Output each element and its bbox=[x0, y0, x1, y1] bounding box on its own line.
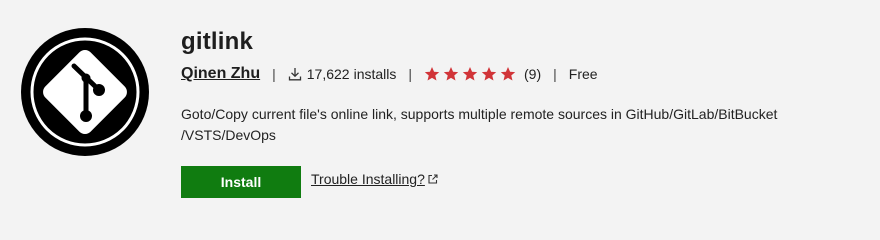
rating-count: (9) bbox=[524, 66, 542, 82]
price-label: Free bbox=[568, 66, 598, 82]
star-icon bbox=[462, 66, 478, 82]
extension-info: gitlink Qinen Zhu | 17,622 installs | (9… bbox=[181, 27, 861, 198]
rating-stars[interactable]: (9) bbox=[424, 66, 541, 82]
install-count: 17,622 installs bbox=[288, 66, 397, 82]
star-icon bbox=[500, 66, 516, 82]
extension-header: gitlink Qinen Zhu | 17,622 installs | (9… bbox=[0, 0, 880, 220]
meta-separator: | bbox=[272, 66, 276, 82]
install-count-label: installs bbox=[353, 66, 397, 82]
trouble-installing-link[interactable]: Trouble Installing? bbox=[311, 171, 438, 187]
extension-actions: Install Trouble Installing? bbox=[181, 166, 861, 198]
star-icon bbox=[481, 66, 497, 82]
star-icon bbox=[443, 66, 459, 82]
trouble-installing-label: Trouble Installing? bbox=[311, 171, 425, 187]
download-icon bbox=[288, 67, 302, 81]
external-link-icon bbox=[428, 174, 438, 184]
meta-separator: | bbox=[553, 66, 557, 82]
git-logo-icon bbox=[19, 26, 151, 158]
install-count-value: 17,622 bbox=[306, 66, 350, 82]
extension-meta: Qinen Zhu | 17,622 installs | (9) | Free bbox=[181, 62, 861, 86]
meta-separator: | bbox=[408, 66, 413, 82]
publisher-link[interactable]: Qinen Zhu bbox=[181, 65, 260, 83]
star-icon bbox=[424, 66, 440, 82]
extension-description: Goto/Copy current file's online link, su… bbox=[181, 106, 778, 143]
extension-title: gitlink bbox=[181, 28, 254, 55]
install-button[interactable]: Install bbox=[181, 166, 301, 198]
